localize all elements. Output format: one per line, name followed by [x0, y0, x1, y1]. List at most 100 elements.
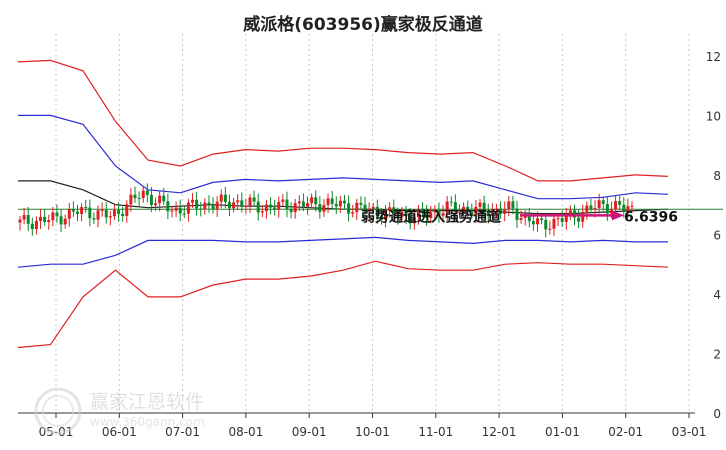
- candle-body: [207, 202, 211, 205]
- candle-body: [80, 207, 84, 214]
- candle-body: [355, 202, 359, 213]
- candle-body: [59, 216, 63, 225]
- candle-body: [585, 205, 589, 212]
- candle-body: [248, 197, 252, 206]
- x-tick-label: 09-01: [292, 425, 327, 439]
- x-tick-label: 10-01: [355, 425, 390, 439]
- candle-body: [67, 209, 71, 219]
- candle-body: [556, 218, 560, 220]
- candle-body: [293, 203, 297, 213]
- candle-body: [589, 205, 593, 210]
- x-tick-label: 01-01: [545, 425, 580, 439]
- candle-body: [449, 201, 453, 203]
- candle-body: [51, 212, 55, 221]
- y-tick-label: 10: [706, 109, 721, 123]
- candle-body: [285, 199, 289, 210]
- watermark-logo-icon: [34, 387, 82, 435]
- candle-body: [601, 200, 605, 204]
- candle-body: [92, 218, 96, 220]
- candle-body: [121, 213, 125, 217]
- candle-body: [515, 208, 519, 220]
- candle-body: [330, 198, 334, 204]
- y-tick-label: 6: [713, 228, 721, 242]
- candle-body: [256, 201, 260, 213]
- x-tick-label: 02-01: [608, 425, 643, 439]
- candle-body: [301, 201, 305, 207]
- candle-body: [39, 216, 43, 221]
- candle-body: [314, 197, 318, 205]
- candle-body: [281, 199, 285, 202]
- candle-body: [618, 201, 622, 205]
- candle-body: [96, 210, 100, 220]
- candle-body: [264, 204, 268, 212]
- candle-body: [269, 204, 273, 208]
- candle-body: [18, 219, 22, 223]
- candle-body: [55, 212, 59, 217]
- candle-body: [203, 202, 207, 210]
- candle-body: [334, 203, 338, 207]
- candle-body: [552, 218, 556, 229]
- candle-body: [145, 190, 149, 195]
- y-tick-label: 12: [706, 50, 721, 64]
- candle-body: [137, 198, 141, 200]
- candle-body: [63, 218, 67, 225]
- candle-body: [322, 204, 326, 212]
- series-outer_lower: [17, 260, 669, 349]
- candle-body: [100, 209, 104, 211]
- candle-body: [112, 210, 116, 217]
- candle-body: [170, 210, 174, 212]
- candle-body: [540, 218, 544, 220]
- candle-body: [117, 210, 121, 214]
- candle-body: [47, 220, 51, 223]
- candle-body: [182, 213, 186, 215]
- candle-body: [577, 217, 581, 222]
- candle-body: [22, 214, 26, 220]
- x-tick-label: 03-01: [672, 425, 707, 439]
- candle-body: [548, 228, 552, 230]
- candle-body: [129, 194, 133, 205]
- candle-body: [593, 208, 597, 210]
- x-tick-label: 11-01: [418, 425, 453, 439]
- candle-body: [244, 205, 248, 207]
- candle-body: [252, 197, 256, 202]
- candle-body: [88, 207, 92, 219]
- candle-body: [219, 194, 223, 202]
- candle-body: [166, 201, 170, 212]
- candle-body: [236, 200, 240, 203]
- candle-body: [211, 204, 215, 210]
- y-tick-label: 4: [713, 288, 721, 302]
- candle-body: [195, 199, 199, 209]
- candle-body: [174, 207, 178, 211]
- candle-body: [507, 201, 511, 210]
- y-tick-label: 8: [713, 169, 721, 183]
- candle-body: [104, 209, 108, 218]
- candle-body: [630, 205, 634, 207]
- candle-body: [351, 212, 355, 214]
- candle-body: [326, 198, 330, 205]
- candle-body: [133, 194, 137, 199]
- candle-body: [154, 203, 158, 206]
- candle-body: [215, 201, 219, 210]
- candle-body: [342, 200, 346, 204]
- candle-body: [289, 209, 293, 213]
- candle-body: [519, 217, 523, 220]
- candle-body: [141, 190, 145, 199]
- candle-body: [30, 223, 34, 229]
- candle-body: [297, 201, 301, 204]
- candle-body: [26, 214, 30, 224]
- candle-body: [605, 203, 609, 214]
- candle-body: [108, 216, 112, 218]
- candle-body: [310, 197, 314, 204]
- candle-body: [581, 211, 585, 222]
- watermark-url: www.360gann.com: [90, 415, 205, 429]
- candle-body: [273, 207, 277, 210]
- candle-body: [597, 200, 601, 209]
- candle-body: [186, 202, 190, 214]
- x-tick-label: 08-01: [228, 425, 263, 439]
- candle-body: [536, 218, 540, 225]
- candle-body: [240, 200, 244, 207]
- watermark: 赢家江恩软件 www.360gann.com: [32, 383, 232, 443]
- candle-body: [34, 220, 38, 229]
- candle-body: [359, 202, 363, 205]
- series-inner_upper: [18, 114, 669, 200]
